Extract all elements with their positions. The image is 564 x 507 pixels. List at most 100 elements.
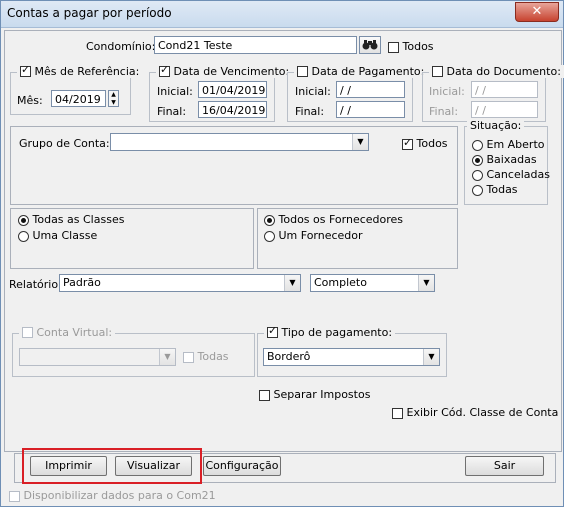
disponibilizar[interactable]: Disponibilizar dados para o Com21 — [9, 489, 216, 502]
grupo-conta-label: Grupo de Conta: — [19, 137, 110, 150]
chevron-down-icon: ▼ — [418, 275, 434, 291]
mes-referencia-checkbox[interactable] — [20, 63, 31, 77]
classes-uma-label: Uma Classe — [32, 229, 98, 242]
documento-label: Data do Documento: — [446, 65, 561, 78]
conta-virtual-group: Conta Virtual: ▼ Todas — [12, 326, 255, 377]
conta-virtual-todas[interactable]: Todas — [183, 350, 229, 363]
situacao-em-aberto[interactable]: Em Aberto — [472, 138, 545, 151]
vencimento-inicial-input[interactable]: 01/04/2019 — [198, 81, 267, 98]
disponibilizar-label: Disponibilizar dados para o Com21 — [23, 489, 216, 502]
imprimir-button[interactable]: Imprimir — [30, 456, 107, 476]
relatorio-label: Relatório: — [9, 278, 62, 291]
vencimento-group: Data de Vencimento: Inicial: 01/04/2019 … — [149, 63, 293, 122]
separar-impostos-label: Separar Impostos — [273, 388, 371, 401]
fornecedores-todos[interactable]: Todos os Fornecedores — [264, 213, 403, 226]
documento-checkbox[interactable] — [432, 66, 443, 77]
relatorio-tipo-value: Completo — [314, 276, 367, 289]
tipo-pagamento-select[interactable]: Borderô ▼ — [263, 348, 440, 366]
conta-virtual-todas-checkbox[interactable] — [183, 351, 194, 363]
classes-uma-radio[interactable] — [18, 230, 29, 242]
relatorio-tipo-select[interactable]: Completo ▼ — [310, 274, 435, 292]
conta-virtual-checkbox[interactable] — [22, 327, 33, 338]
mes-referencia-label: Mês de Referência: — [34, 65, 140, 78]
chevron-down-icon: ▼ — [352, 134, 368, 150]
grupo-conta-todos-checkbox[interactable] — [402, 136, 413, 150]
conta-virtual-todas-label: Todas — [197, 350, 229, 363]
exibir-cod-classe-checkbox[interactable] — [392, 407, 403, 419]
condominio-todos[interactable]: Todos — [388, 40, 434, 53]
chevron-down-icon: ▼ — [159, 349, 175, 365]
condominio-todos-label: Todos — [402, 40, 434, 53]
classes-todas[interactable]: Todas as Classes — [18, 213, 124, 226]
situacao-baixadas-radio[interactable] — [472, 154, 483, 166]
fornecedores-todos-label: Todos os Fornecedores — [278, 213, 404, 226]
separar-impostos-checkbox[interactable] — [259, 389, 270, 401]
situacao-todas-radio[interactable] — [472, 184, 483, 196]
mes-referencia-title[interactable]: Mês de Referência: — [17, 63, 143, 78]
fornecedores-um-radio[interactable] — [264, 230, 275, 242]
pagamento-title[interactable]: Data de Pagamento: — [294, 65, 428, 78]
vencimento-final-input[interactable]: 16/04/2019 — [198, 101, 267, 118]
grupo-conta-todos-label: Todos — [416, 137, 448, 150]
close-button[interactable]: ✕ — [515, 2, 559, 22]
conta-virtual-label: Conta Virtual: — [36, 326, 113, 339]
binoculars-icon[interactable] — [359, 36, 381, 54]
grupo-conta-todos[interactable]: Todos — [402, 136, 448, 150]
grupo-conta-select[interactable]: ▼ — [110, 133, 369, 151]
configuracao-button[interactable]: Configuração — [203, 456, 281, 476]
fornecedores-um-label: Um Fornecedor — [278, 229, 363, 242]
fornecedores-todos-radio[interactable] — [264, 214, 275, 226]
relatorio-select[interactable]: Padrão ▼ — [59, 274, 301, 292]
pagamento-inicial-input[interactable]: / / — [336, 81, 405, 98]
tipo-pagamento-title[interactable]: Tipo de pagamento: — [264, 324, 396, 339]
pagamento-final-label: Final: — [295, 105, 325, 118]
situacao-baixadas[interactable]: Baixadas — [472, 153, 537, 166]
mes-label: Mês: — [17, 94, 43, 107]
pagamento-final-input[interactable]: / / — [336, 101, 405, 118]
tipo-pagamento-group: Tipo de pagamento: Borderô ▼ — [257, 324, 447, 377]
visualizar-button[interactable]: Visualizar — [115, 456, 192, 476]
conta-virtual-select[interactable]: ▼ — [19, 348, 176, 366]
condominio-input[interactable]: Cond21 Teste — [154, 36, 357, 54]
separar-impostos[interactable]: Separar Impostos — [259, 388, 370, 401]
mes-spinner[interactable]: ▲ ▼ — [108, 90, 119, 107]
sair-button[interactable]: Sair — [465, 456, 544, 476]
pagamento-group: Data de Pagamento: Inicial: / / Final: /… — [287, 65, 428, 122]
classes-todas-radio[interactable] — [18, 214, 29, 226]
documento-final-input[interactable]: / / — [471, 101, 538, 118]
mes-input[interactable]: 04/2019 — [51, 90, 106, 107]
tipo-pagamento-label: Tipo de pagamento: — [281, 326, 393, 339]
documento-title[interactable]: Data do Documento: — [429, 65, 564, 78]
fornecedores-um[interactable]: Um Fornecedor — [264, 229, 363, 242]
documento-inicial-label: Inicial: — [429, 85, 465, 98]
vencimento-label: Data de Vencimento: — [173, 65, 290, 78]
condominio-label: Condomínio: — [86, 40, 156, 53]
chevron-down-icon: ▼ — [284, 275, 300, 291]
documento-inicial-input[interactable]: / / — [471, 81, 538, 98]
conta-virtual-title[interactable]: Conta Virtual: — [19, 326, 116, 339]
tipo-pagamento-checkbox[interactable] — [267, 324, 278, 338]
documento-final-label: Final: — [429, 105, 459, 118]
pagamento-checkbox[interactable] — [297, 66, 308, 77]
situacao-baixadas-label: Baixadas — [486, 153, 537, 166]
vencimento-inicial-label: Inicial: — [157, 85, 193, 98]
disponibilizar-checkbox[interactable] — [9, 490, 20, 502]
documento-group: Data do Documento: Inicial: / / Final: /… — [422, 65, 564, 122]
classes-todas-label: Todas as Classes — [32, 213, 125, 226]
situacao-title: Situação: — [467, 119, 525, 132]
tipo-pagamento-value: Borderô — [267, 350, 311, 363]
exibir-cod-classe-label: Exibir Cód. Classe de Conta — [406, 406, 559, 419]
classes-uma[interactable]: Uma Classe — [18, 229, 97, 242]
pagamento-label: Data de Pagamento: — [311, 65, 425, 78]
situacao-canceladas-radio[interactable] — [472, 169, 483, 181]
situacao-todas[interactable]: Todas — [472, 183, 518, 196]
situacao-em-aberto-radio[interactable] — [472, 139, 483, 151]
mes-referencia-group: Mês de Referência: Mês: 04/2019 ▲▼ — [10, 63, 143, 115]
report-window: Contas a pagar por período ✕ Condomínio:… — [0, 0, 564, 507]
vencimento-checkbox[interactable] — [159, 63, 170, 77]
situacao-canceladas[interactable]: Canceladas — [472, 168, 550, 181]
exibir-cod-classe[interactable]: Exibir Cód. Classe de Conta — [392, 406, 558, 419]
vencimento-title[interactable]: Data de Vencimento: — [156, 63, 293, 78]
vencimento-final-label: Final: — [157, 105, 187, 118]
condominio-todos-checkbox[interactable] — [388, 41, 399, 53]
